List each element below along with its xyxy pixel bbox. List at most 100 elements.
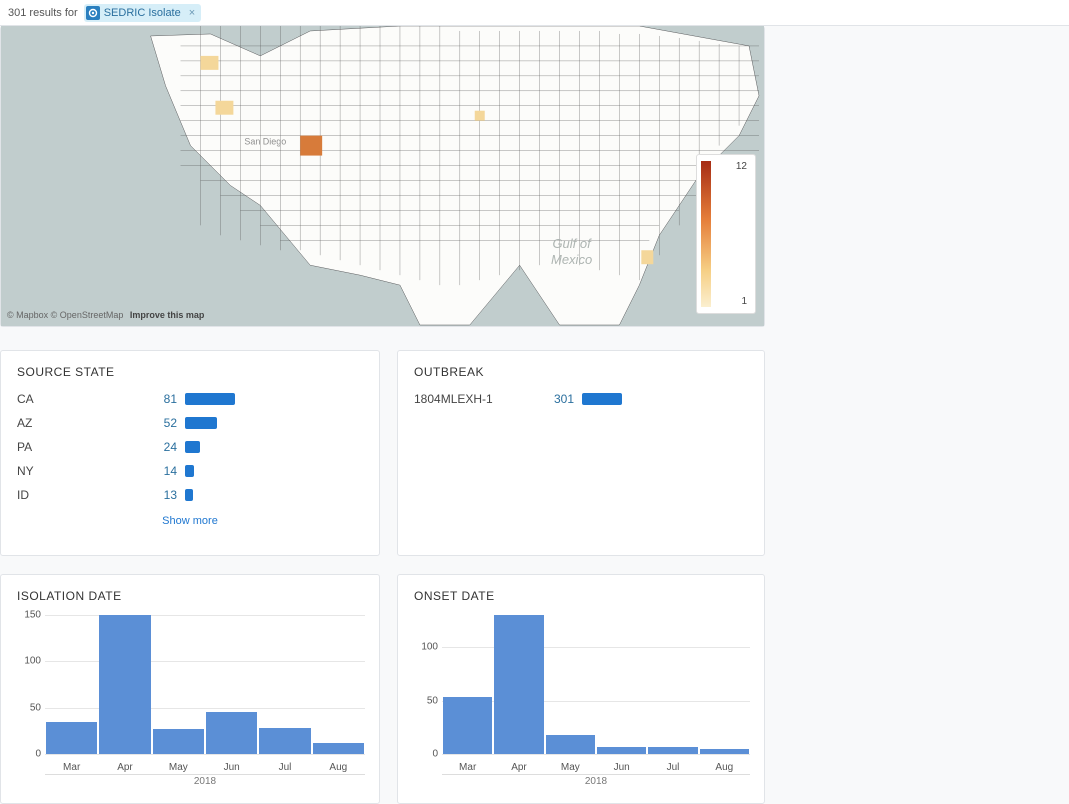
y-tick-label: 0 — [412, 749, 438, 760]
legend-max: 12 — [736, 161, 747, 172]
list-item-bar-wrap — [185, 441, 363, 453]
list-item-bar — [185, 465, 194, 477]
chart-bar[interactable] — [259, 728, 310, 754]
chart-bar[interactable] — [443, 697, 492, 754]
list-item-label: PA — [17, 440, 137, 454]
source-state-card: SOURCE STATE CA81AZ52PA24NY14ID13 Show m… — [0, 350, 380, 556]
chart-plot: 050100150 — [45, 615, 365, 755]
list-item-bar-wrap — [185, 417, 363, 429]
chart-bar[interactable] — [700, 749, 749, 754]
us-county-map: San Diego — [1, 26, 764, 326]
list-item-value: 52 — [137, 416, 177, 430]
x-tick-label: Jun — [596, 762, 647, 773]
list-item[interactable]: CA81 — [17, 387, 363, 411]
x-axis-labels: MarAprMayJunJulAug — [442, 762, 750, 773]
source-state-list: CA81AZ52PA24NY14ID13 — [1, 387, 379, 507]
chart-bar[interactable] — [99, 615, 150, 754]
map-body[interactable]: San Diego Gulf of Mexico 12 1 © Mapbox ©… — [1, 26, 764, 326]
x-tick-label: Jun — [205, 762, 258, 773]
results-count-text: 301 results for — [8, 7, 78, 19]
x-axis-labels: MarAprMayJunJulAug — [45, 762, 365, 773]
list-item-value: 13 — [137, 488, 177, 502]
list-item[interactable]: ID13 — [17, 483, 363, 507]
list-item-bar — [185, 489, 193, 501]
map-legend: 12 1 — [696, 154, 756, 314]
show-more-button[interactable]: Show more — [1, 507, 379, 527]
chart-bar[interactable] — [546, 735, 595, 754]
main-content: San Diego Gulf of Mexico 12 1 © Mapbox ©… — [0, 26, 1069, 778]
outbreak-card: OUTBREAK 1804MLEXH-1301 — [397, 350, 765, 556]
list-item-bar — [582, 393, 622, 405]
chart-bar[interactable] — [46, 722, 97, 754]
chart-plot: 050100 — [442, 615, 750, 755]
list-item-label: CA — [17, 392, 137, 406]
chart-bars — [45, 615, 365, 754]
list-item[interactable]: AZ52 — [17, 411, 363, 435]
isolation-date-chart[interactable]: 050100150 MarAprMayJunJulAug2018 — [15, 615, 369, 787]
chart-bar[interactable] — [206, 712, 257, 754]
list-item-bar-wrap — [185, 393, 363, 405]
list-item-bar-wrap — [185, 489, 363, 501]
list-item-value: 24 — [137, 440, 177, 454]
legend-min: 1 — [741, 296, 747, 307]
onset-date-title: ONSET DATE — [398, 575, 764, 611]
isolation-date-card: ISOLATION DATE 050100150MarAprMayJunJulA… — [0, 574, 380, 804]
list-item-bar-wrap — [582, 393, 748, 405]
grid-line — [442, 754, 750, 755]
x-tick-label: May — [545, 762, 596, 773]
filter-chip-sedric-isolate[interactable]: SEDRIC Isolate × — [84, 4, 201, 22]
x-tick-label: Apr — [98, 762, 151, 773]
list-item-bar — [185, 441, 200, 453]
y-tick-label: 100 — [15, 656, 41, 667]
outbreak-list: 1804MLEXH-1301 — [398, 387, 764, 411]
svg-text:San Diego: San Diego — [244, 137, 286, 147]
source-state-title: SOURCE STATE — [1, 351, 379, 387]
legend-gradient — [701, 161, 711, 307]
x-tick-label: Mar — [45, 762, 98, 773]
onset-date-card: ONSET DATE 050100MarAprMayJunJulAug2018 — [397, 574, 765, 804]
filter-chip-label: SEDRIC Isolate — [104, 7, 181, 19]
list-item-label: AZ — [17, 416, 137, 430]
y-tick-label: 50 — [15, 702, 41, 713]
y-tick-label: 0 — [15, 749, 41, 760]
chart-bar[interactable] — [153, 729, 204, 754]
x-tick-label: Jul — [258, 762, 311, 773]
results-header: 301 results for SEDRIC Isolate × — [0, 0, 1069, 26]
chart-bar[interactable] — [494, 615, 543, 754]
list-item-bar — [185, 393, 235, 405]
gulf-of-mexico-label: Gulf of Mexico — [551, 236, 592, 267]
list-item-value: 14 — [137, 464, 177, 478]
map-card: San Diego Gulf of Mexico 12 1 © Mapbox ©… — [0, 26, 765, 327]
y-tick-label: 100 — [412, 642, 438, 653]
improve-map-link[interactable]: Improve this map — [130, 310, 205, 320]
list-item-label: NY — [17, 464, 137, 478]
onset-date-chart[interactable]: 050100MarAprMayJunJulAug2018 — [412, 615, 754, 787]
list-item-bar-wrap — [185, 465, 363, 477]
chart-bars — [442, 615, 750, 754]
y-tick-label: 150 — [15, 610, 41, 621]
x-axis-year: 2018 — [45, 774, 365, 787]
y-tick-label: 50 — [412, 695, 438, 706]
chart-bar[interactable] — [313, 743, 364, 754]
list-item-label: ID — [17, 488, 137, 502]
grid-line — [45, 754, 365, 755]
close-icon[interactable]: × — [189, 7, 195, 19]
list-item[interactable]: NY14 — [17, 459, 363, 483]
chart-bar[interactable] — [597, 747, 646, 754]
x-tick-label: Mar — [442, 762, 493, 773]
list-item-bar — [185, 417, 217, 429]
x-tick-label: Aug — [312, 762, 365, 773]
list-item[interactable]: PA24 — [17, 435, 363, 459]
x-tick-label: Apr — [493, 762, 544, 773]
map-attribution: © Mapbox © OpenStreetMap Improve this ma… — [7, 310, 204, 320]
x-tick-label: Jul — [647, 762, 698, 773]
list-item[interactable]: 1804MLEXH-1301 — [414, 387, 748, 411]
list-item-value: 81 — [137, 392, 177, 406]
x-tick-label: Aug — [699, 762, 750, 773]
list-item-value: 301 — [534, 392, 574, 406]
outbreak-title: OUTBREAK — [398, 351, 764, 387]
chart-bar[interactable] — [648, 747, 697, 754]
x-tick-label: May — [152, 762, 205, 773]
list-item-label: 1804MLEXH-1 — [414, 392, 534, 406]
isolation-date-title: ISOLATION DATE — [1, 575, 379, 611]
